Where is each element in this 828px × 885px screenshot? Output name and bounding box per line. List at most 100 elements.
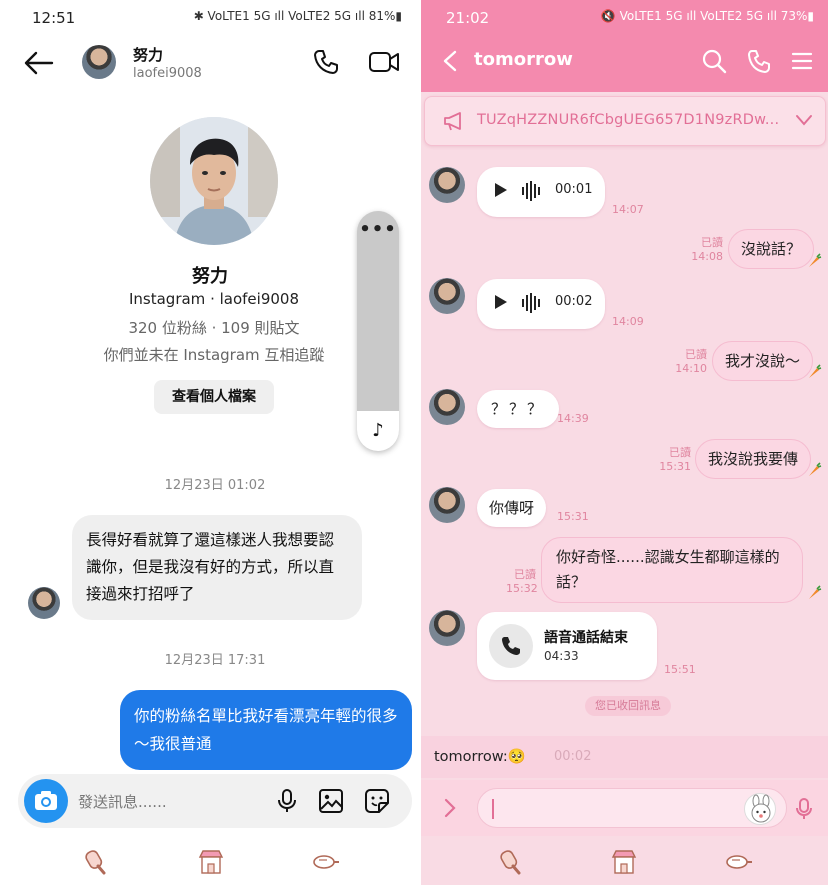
floating-side-bar[interactable]: ••• ♪	[357, 211, 399, 451]
sticker-bunny-icon[interactable]	[744, 793, 776, 825]
sender-avatar[interactable]	[429, 167, 465, 203]
bottom-nav	[0, 836, 420, 885]
text-caret	[492, 799, 494, 819]
faded-voice-duration: 00:02	[554, 749, 592, 764]
voice-duration: 00:01	[555, 182, 593, 197]
outgoing-message[interactable]: 我沒說我要傳	[695, 439, 812, 479]
contact-username[interactable]: laofei9008	[133, 66, 202, 81]
bottom-nav	[421, 836, 828, 885]
menu-icon[interactable]	[789, 48, 815, 74]
recalled-notice: 您已收回訊息	[585, 696, 671, 716]
play-icon[interactable]	[495, 295, 507, 309]
message-composer	[421, 780, 828, 836]
message-time: 14:39	[557, 412, 589, 425]
video-call-icon[interactable]	[368, 48, 400, 76]
message-time: 14:10	[675, 362, 707, 375]
line-chat-panel: 21:02 🔇 VoLTE1 5G ıll VoLTE2 5G ıll 73%▮…	[421, 0, 828, 885]
typing-text: tomorrow:🥺	[434, 749, 526, 765]
status-icons: ✱ VoLTE1 5G ıll VoLTE2 5G ıll 81%▮	[193, 9, 402, 23]
message-input[interactable]: 發送訊息......	[78, 791, 167, 812]
camera-icon	[35, 791, 57, 810]
chat-title[interactable]: tomorrow	[474, 49, 573, 70]
play-icon[interactable]	[495, 183, 507, 197]
voice-duration: 00:02	[555, 294, 593, 309]
sender-avatar[interactable]	[429, 389, 465, 425]
music-note-icon[interactable]: ♪	[357, 411, 399, 451]
search-icon[interactable]	[701, 48, 727, 74]
carrot-icon	[809, 462, 822, 476]
read-receipt: 已讀 15:31	[651, 446, 691, 474]
outgoing-message[interactable]: 你好奇怪......認識女生都聊這樣的話？	[541, 537, 803, 603]
message-time: 14:08	[691, 250, 723, 263]
waveform-icon	[522, 181, 540, 201]
incoming-message[interactable]: 長得好看就算了還這樣迷人我想要認識你，但是我沒有好的方式，所以直接過來打招呼了	[72, 515, 362, 620]
store-icon[interactable]	[197, 848, 225, 876]
tag-icon[interactable]	[725, 848, 753, 876]
message-time: 14:07	[612, 203, 644, 216]
message-time: 15:32	[506, 582, 538, 595]
voice-message[interactable]: 00:02	[477, 279, 605, 329]
more-icon[interactable]: •••	[357, 219, 399, 240]
call-title: 語音通話結束	[544, 630, 628, 646]
message-timestamp: 12月23日 17:31	[164, 653, 266, 668]
popsicle-icon[interactable]	[497, 848, 525, 876]
chevron-down-icon[interactable]	[795, 113, 813, 127]
microphone-icon[interactable]	[274, 788, 300, 814]
carrot-icon	[809, 585, 822, 599]
profile-photo	[150, 117, 278, 245]
sender-avatar[interactable]	[429, 278, 465, 314]
read-receipt: 已讀 14:08	[683, 236, 723, 264]
expand-arrow-icon[interactable]	[443, 798, 457, 818]
message-input[interactable]	[477, 788, 787, 828]
read-label: 已讀	[701, 236, 723, 249]
waveform-icon	[522, 293, 540, 313]
read-receipt: 已讀 15:32	[506, 568, 538, 596]
read-label: 已讀	[669, 446, 691, 459]
read-label: 已讀	[514, 568, 536, 581]
profile-avatar[interactable]	[150, 117, 278, 245]
status-time: 12:51	[32, 9, 76, 27]
back-icon[interactable]	[441, 50, 461, 72]
microphone-icon[interactable]	[795, 797, 813, 821]
sender-avatar[interactable]	[28, 587, 60, 619]
chat-header: 21:02 🔇 VoLTE1 5G ıll VoLTE2 5G ıll 73%▮…	[421, 0, 828, 92]
camera-button[interactable]	[24, 779, 68, 823]
incoming-message[interactable]: 你傳呀	[477, 489, 547, 527]
incoming-message[interactable]: ？？？	[477, 390, 560, 428]
sticker-icon[interactable]	[364, 788, 390, 814]
message-time: 14:09	[612, 315, 644, 328]
outgoing-message[interactable]: 我才沒說～	[712, 341, 814, 381]
voice-call-card[interactable]: 語音通話結束 04:33	[477, 612, 657, 680]
carrot-icon	[809, 364, 822, 378]
call-icon	[489, 624, 533, 668]
read-label: 已讀	[685, 348, 707, 361]
instagram-panel: 12:51 ✱ VoLTE1 5G ıll VoLTE2 5G ıll 81%▮…	[0, 0, 420, 885]
call-duration: 04:33	[544, 649, 579, 663]
view-profile-button[interactable]: 查看個人檔案	[154, 380, 274, 414]
message-time: 15:31	[557, 510, 589, 523]
status-bar: 12:51 ✱ VoLTE1 5G ıll VoLTE2 5G ıll 81%▮	[0, 0, 420, 36]
outgoing-message[interactable]: 沒說話？	[728, 229, 815, 269]
popsicle-icon[interactable]	[82, 848, 110, 876]
phone-icon[interactable]	[312, 48, 340, 76]
store-icon[interactable]	[610, 848, 638, 876]
carrot-icon	[809, 253, 822, 267]
voice-message[interactable]: 00:01	[477, 167, 605, 217]
sender-avatar[interactable]	[429, 487, 465, 523]
contact-name[interactable]: 努力	[133, 44, 163, 65]
sender-avatar[interactable]	[429, 610, 465, 646]
tag-icon[interactable]	[312, 848, 340, 876]
avatar[interactable]	[82, 45, 116, 79]
message-time: 15:51	[664, 663, 696, 676]
back-arrow-icon[interactable]	[24, 50, 54, 76]
phone-icon[interactable]	[746, 48, 772, 74]
gallery-icon[interactable]	[318, 788, 344, 814]
announcement-text: TUZqHZZNUR6fCbgUEG657D1N9zRDw...	[477, 112, 780, 128]
message-time: 15:31	[659, 460, 691, 473]
chat-header: 努力 laofei9008	[0, 36, 420, 92]
message-timestamp: 12月23日 01:02	[164, 478, 266, 493]
typing-preview: tomorrow:🥺 00:02	[421, 736, 828, 778]
outgoing-message[interactable]: 你的粉絲名單比我好看漂亮年輕的很多～我很普通	[120, 690, 412, 770]
announcement-bar[interactable]: TUZqHZZNUR6fCbgUEG657D1N9zRDw...	[424, 96, 826, 146]
message-composer: 發送訊息......	[18, 774, 412, 828]
